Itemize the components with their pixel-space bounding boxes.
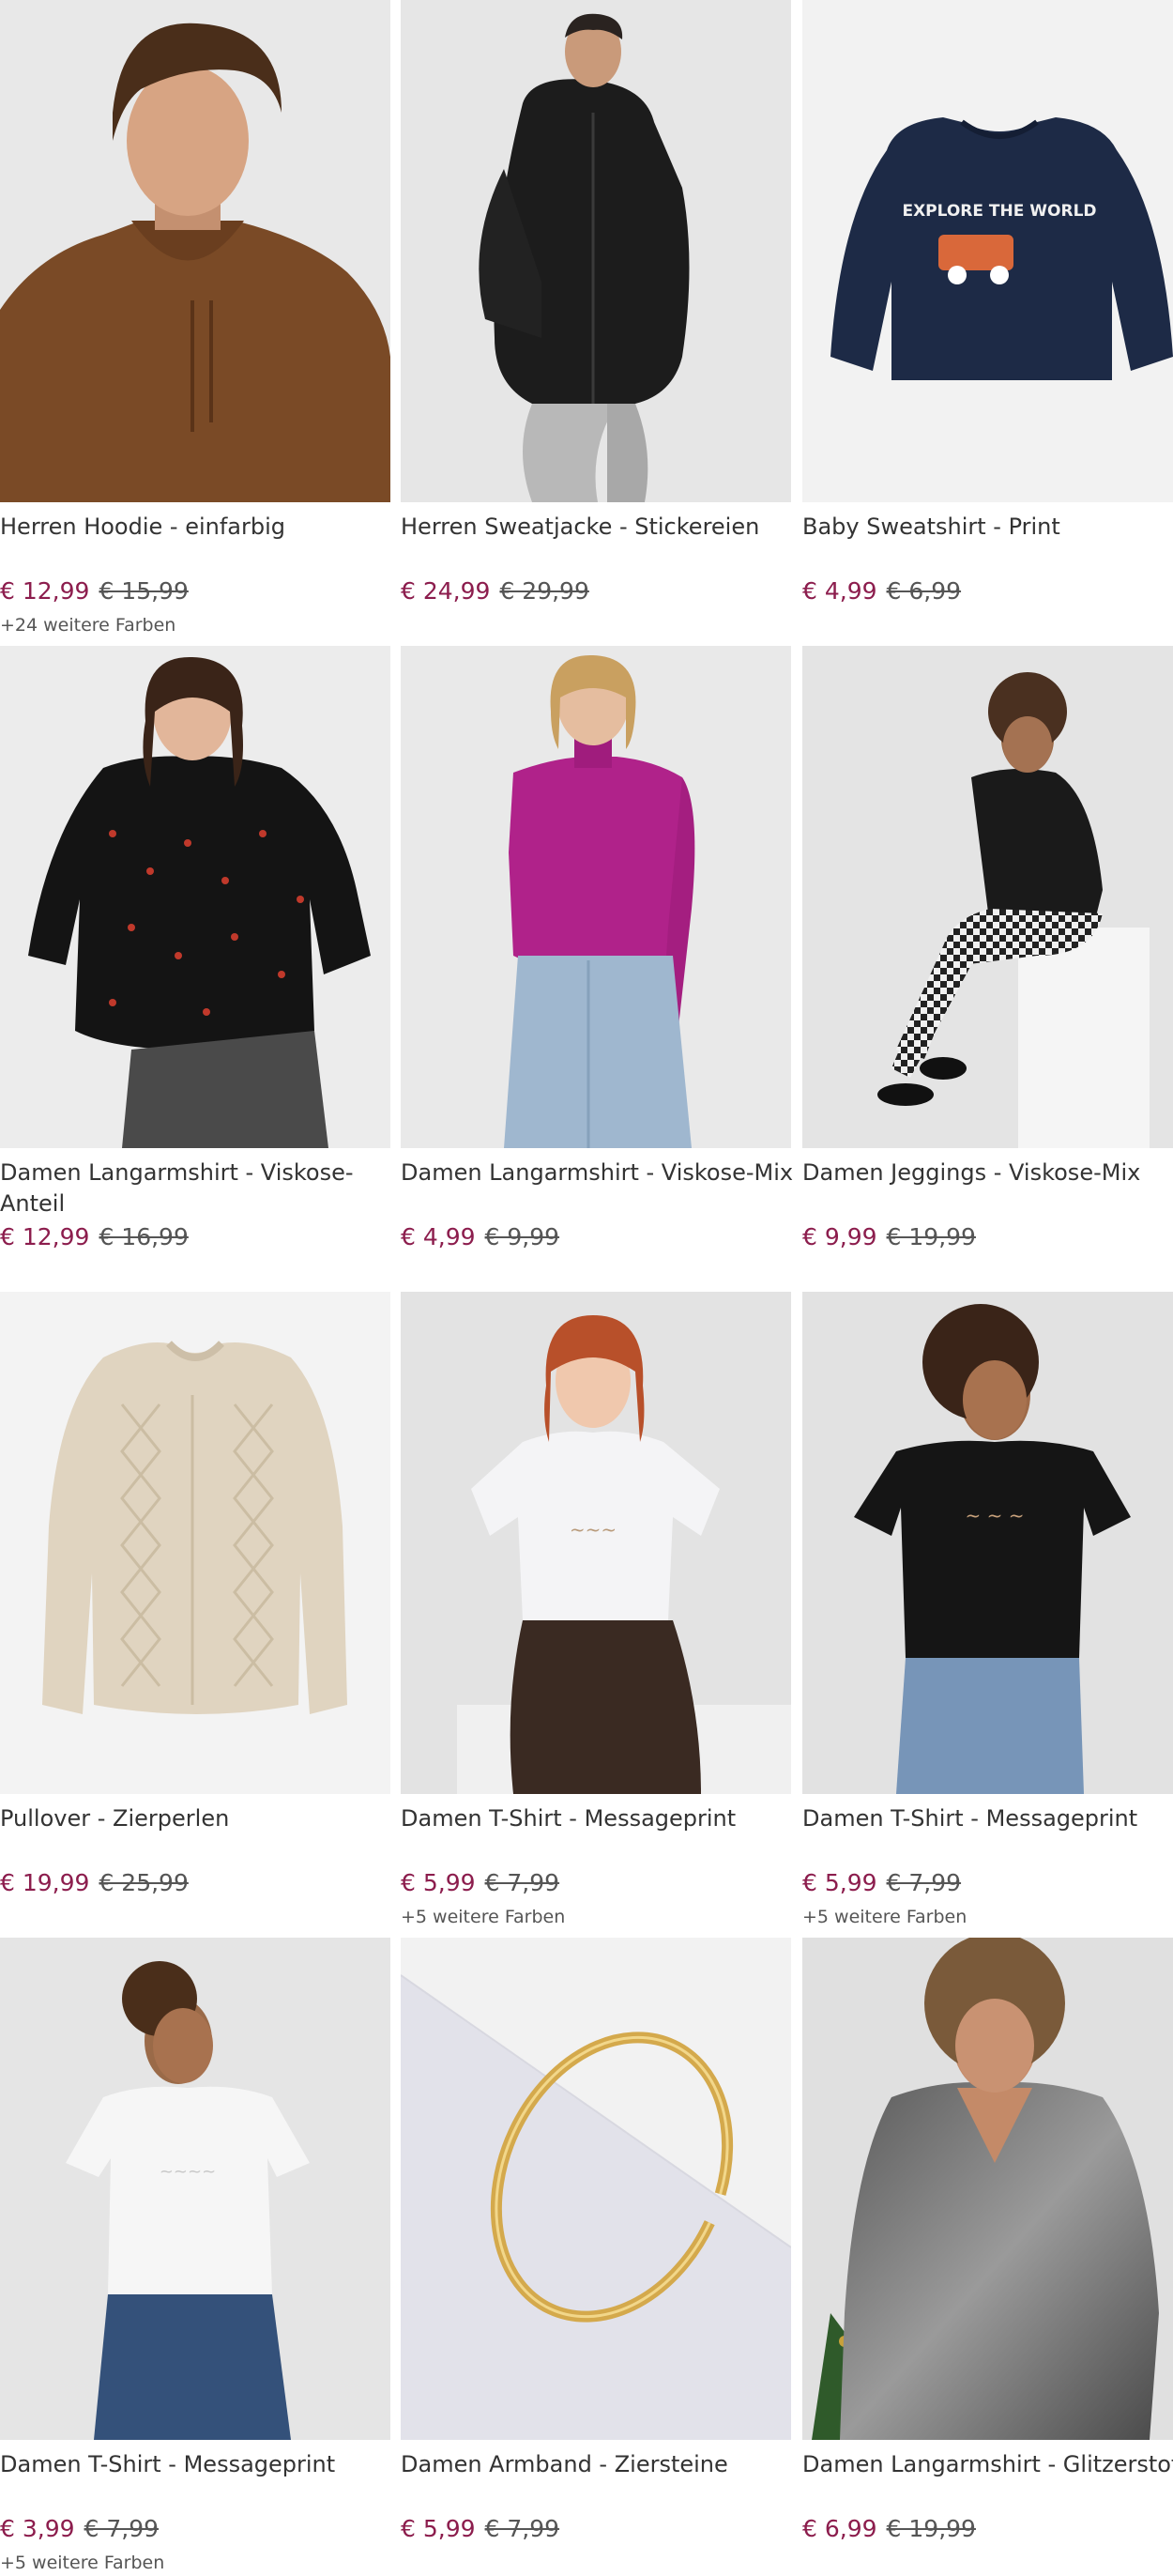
original-price: € 6,99 [886,577,962,605]
product-image[interactable]: ~ ~ ~ [802,1292,1173,1794]
more-colors-link[interactable]: +24 weitere Farben [0,614,175,636]
product-title[interactable]: Damen Langarmshirt - Viskose-Anteil [0,1158,413,1219]
sale-price: € 12,99 [0,577,90,605]
product-card-baby-sweatshirt[interactable]: EXPLORE THE WORLD Baby Sweatshirt - Prin… [802,0,1173,638]
sale-price: € 5,99 [802,1869,877,1896]
product-prices: € 4,99 € 9,99 [401,1222,559,1252]
product-prices: € 3,99 € 7,99 [0,2514,159,2544]
sale-price: € 3,99 [0,2515,75,2542]
original-price: € 19,99 [886,2515,976,2542]
product-prices: € 12,99 € 16,99 [0,1222,189,1252]
sale-price: € 4,99 [401,1223,476,1250]
product-card-damen-jeggings[interactable]: Damen Jeggings - Viskose-Mix € 9,99 € 19,… [802,646,1173,1284]
product-prices: € 19,99 € 25,99 [0,1868,189,1898]
svg-text:~~~: ~~~ [570,1518,617,1541]
product-prices: € 6,99 € 19,99 [802,2514,976,2544]
product-card-pullover-zierperlen[interactable]: Pullover - Zierperlen € 19,99 € 25,99 [0,1292,390,1930]
sale-price: € 6,99 [802,2515,877,2542]
product-title[interactable]: Damen Armband - Ziersteine [401,2449,814,2480]
sale-price: € 4,99 [802,577,877,605]
product-title[interactable]: Pullover - Zierperlen [0,1803,413,1834]
product-card-herren-sweatjacke[interactable]: Herren Sweatjacke - Stickereien € 24,99 €… [401,0,791,638]
product-title[interactable]: Damen T-Shirt - Messageprint [802,1803,1173,1834]
more-colors-link[interactable]: +5 weitere Farben [802,1906,967,1928]
sale-price: € 19,99 [0,1869,90,1896]
product-title[interactable]: Herren Sweatjacke - Stickereien [401,512,814,543]
product-prices: € 24,99 € 29,99 [401,576,589,606]
product-card-damen-tshirt-messageprint-2[interactable]: ~ ~ ~ Damen T-Shirt - Messageprint € 5,9… [802,1292,1173,1930]
product-image[interactable] [0,646,390,1148]
sale-price: € 5,99 [401,1869,476,1896]
sweatshirt-print-text: EXPLORE THE WORLD [902,202,1096,221]
sale-price: € 5,99 [401,2515,476,2542]
product-title[interactable]: Damen T-Shirt - Messageprint [0,2449,413,2480]
original-price: € 7,99 [484,2515,560,2542]
product-image[interactable] [0,1292,390,1794]
product-title[interactable]: Baby Sweatshirt - Print [802,512,1173,543]
sale-price: € 24,99 [401,577,491,605]
product-title[interactable]: Damen Langarmshirt - Viskose-Mix [401,1158,814,1188]
product-image[interactable] [0,0,390,502]
product-prices: € 5,99 € 7,99 [802,1868,961,1898]
original-price: € 7,99 [84,2515,160,2542]
original-price: € 19,99 [886,1223,976,1250]
product-title[interactable]: Damen Jeggings - Viskose-Mix [802,1158,1173,1188]
original-price: € 7,99 [886,1869,962,1896]
product-image[interactable]: ~~~ [401,1292,791,1794]
product-card-damen-armband[interactable]: Damen Armband - Ziersteine € 5,99 € 7,99 [401,1938,791,2576]
product-card-damen-tshirt-messageprint-1[interactable]: ~~~ Damen T-Shirt - Messageprint € 5,99 €… [401,1292,791,1930]
product-image[interactable] [401,646,791,1148]
product-prices: € 9,99 € 19,99 [802,1222,976,1252]
svg-text:~~~~: ~~~~ [160,2162,216,2182]
product-card-damen-langarmshirt-viskose-anteil[interactable]: Damen Langarmshirt - Viskose-Anteil € 12… [0,646,390,1284]
product-image[interactable] [802,1938,1173,2440]
product-title[interactable]: Damen Langarmshirt - Glitzerstoff [802,2449,1173,2480]
sale-price: € 9,99 [802,1223,877,1250]
original-price: € 25,99 [99,1869,189,1896]
original-price: € 29,99 [499,577,589,605]
product-title[interactable]: Damen T-Shirt - Messageprint [401,1803,814,1834]
product-grid: Herren Hoodie - einfarbig € 12,99 € 15,99… [0,0,1173,2573]
product-card-damen-tshirt-messageprint-3[interactable]: ~~~~ Damen T-Shirt - Messageprint € 3,99… [0,1938,390,2576]
product-image[interactable]: EXPLORE THE WORLD [802,0,1173,502]
product-prices: € 5,99 € 7,99 [401,1868,559,1898]
more-colors-link[interactable]: +5 weitere Farben [0,2552,164,2574]
product-card-damen-langarmshirt-viskose-mix[interactable]: Damen Langarmshirt - Viskose-Mix € 4,99 €… [401,646,793,1284]
product-image[interactable] [802,646,1173,1148]
product-title[interactable]: Herren Hoodie - einfarbig [0,512,413,543]
product-image[interactable] [401,0,791,502]
product-card-damen-langarmshirt-glitzerstoff[interactable]: Damen Langarmshirt - Glitzerstoff € 6,99… [802,1938,1173,2576]
more-colors-link[interactable]: +5 weitere Farben [401,1906,565,1928]
product-image[interactable]: ~~~~ [0,1938,390,2440]
product-prices: € 12,99 € 15,99 [0,576,189,606]
sale-price: € 12,99 [0,1223,90,1250]
original-price: € 7,99 [484,1869,560,1896]
product-image[interactable] [401,1938,791,2440]
product-card-herren-hoodie[interactable]: Herren Hoodie - einfarbig € 12,99 € 15,99… [0,0,390,638]
svg-text:~ ~ ~: ~ ~ ~ [966,1504,1025,1526]
original-price: € 9,99 [484,1223,560,1250]
product-prices: € 4,99 € 6,99 [802,576,961,606]
original-price: € 16,99 [99,1223,189,1250]
product-prices: € 5,99 € 7,99 [401,2514,559,2544]
original-price: € 15,99 [99,577,189,605]
